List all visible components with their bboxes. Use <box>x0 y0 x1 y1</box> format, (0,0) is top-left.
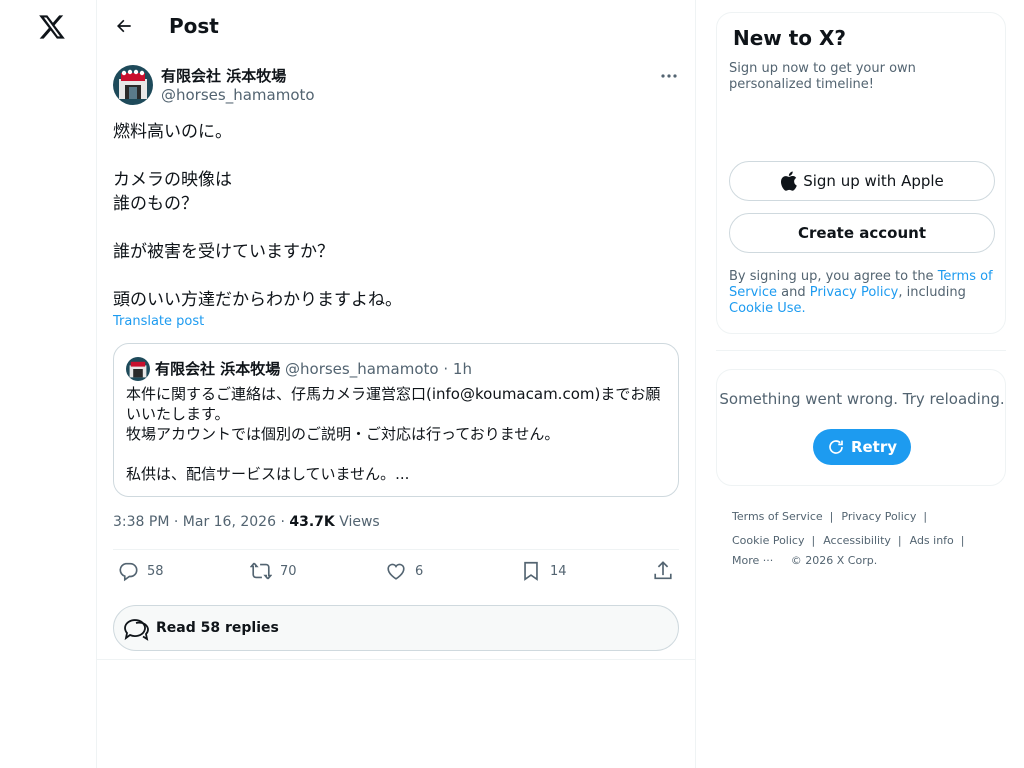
reply-button[interactable]: 58 <box>117 560 164 582</box>
quote-timestamp: 1h <box>452 360 472 378</box>
signup-title: New to X? <box>733 26 847 50</box>
quote-avatar <box>126 357 150 381</box>
quote-header: 有限会社 浜本牧場 @horses_hamamoto · 1h <box>155 358 472 379</box>
reply-count: 58 <box>147 563 164 579</box>
footer-ads-info-link[interactable]: Ads info <box>910 534 954 547</box>
retry-button[interactable]: Retry <box>813 429 911 465</box>
quote-author-handle: @horses_hamamoto <box>285 360 439 378</box>
avatar[interactable] <box>113 65 153 105</box>
quote-separator: · <box>443 360 449 378</box>
footer-copyright: © 2026 X Corp. <box>790 554 878 567</box>
header: Post <box>97 0 695 53</box>
quoted-post[interactable]: 有限会社 浜本牧場 @horses_hamamoto · 1h 本件に関するご連… <box>113 343 679 497</box>
views-label: Views <box>339 514 380 530</box>
action-bar: 58 70 6 14 <box>113 560 679 588</box>
page-title: Post <box>169 14 219 38</box>
signup-apple-label: Sign up with Apple <box>803 172 944 190</box>
read-replies-label: Read 58 replies <box>156 620 279 636</box>
repost-button[interactable]: 70 <box>250 560 297 582</box>
post-text: 燃料高いのに。 カメラの映像は 誰のもの？ 誰が被害を受けていますか？ 頭のいい… <box>113 122 402 310</box>
ellipsis-icon <box>661 74 677 78</box>
author-handle[interactable]: @horses_hamamoto <box>161 86 315 104</box>
more-options-button[interactable] <box>659 66 679 86</box>
footer-separator: | <box>897 534 902 547</box>
meta-separator: · <box>173 514 183 530</box>
bookmark-count: 14 <box>550 563 567 579</box>
left-rail <box>0 0 97 768</box>
translate-post-link[interactable]: Translate post <box>113 314 204 329</box>
arrow-left-icon <box>117 19 131 33</box>
refresh-icon <box>829 440 843 454</box>
terms-prefix: By signing up, you agree to the <box>729 269 938 284</box>
quote-author-name: 有限会社 浜本牧場 <box>155 360 281 378</box>
back-button[interactable] <box>111 13 137 39</box>
post-meta: 3:38 PM · Mar 16, 2026 · 43.7K Views <box>113 514 380 530</box>
repost-count: 70 <box>280 563 297 579</box>
read-replies-button[interactable]: Read 58 replies <box>113 605 679 651</box>
bookmark-icon <box>524 561 538 581</box>
divider <box>97 659 695 660</box>
footer-cookie-link[interactable]: Cookie Policy <box>732 534 804 547</box>
bookmark-button[interactable]: 14 <box>520 560 567 582</box>
signup-apple-button[interactable]: Sign up with Apple <box>729 161 995 201</box>
share-icon <box>654 561 672 580</box>
footer-accessibility-link[interactable]: Accessibility <box>823 534 891 547</box>
quote-text: 本件に関するご連絡は、仔馬カメラ運営窓口(info@koumacam.com)ま… <box>126 385 661 483</box>
apple-icon <box>781 171 798 191</box>
footer: Terms of Service | Privacy Policy | Cookie … <box>732 505 1002 573</box>
x-logo-icon[interactable] <box>38 14 66 40</box>
terms-including: , including <box>898 285 966 300</box>
footer-more-link[interactable]: More ··· <box>732 554 773 567</box>
error-message: Something went wrong. Try reloading. <box>719 390 1005 408</box>
terms-and: and <box>777 285 810 300</box>
cookie-link[interactable]: Cookie Use. <box>729 301 806 316</box>
retry-label: Retry <box>850 438 898 456</box>
author-name[interactable]: 有限会社 浜本牧場 <box>161 65 286 86</box>
footer-privacy-link[interactable]: Privacy Policy <box>841 510 916 523</box>
repost-icon <box>250 562 272 580</box>
terms-notice: By signing up, you agree to the Terms of… <box>729 269 999 317</box>
chat-bubbles-icon <box>124 619 149 641</box>
error-card: Something went wrong. Try reloading. Ret… <box>716 369 1006 486</box>
post-time[interactable]: 3:38 PM <box>113 514 169 530</box>
divider <box>113 549 679 550</box>
main-column: Post 有限会社 浜本牧場 @horses_hamamoto 燃料高いのに。 … <box>97 0 696 768</box>
footer-separator: | <box>960 534 965 547</box>
divider <box>716 350 1006 351</box>
footer-separator: | <box>923 510 928 523</box>
like-count: 6 <box>415 563 424 579</box>
footer-separator: | <box>829 510 834 523</box>
signup-subtitle: Sign up now to get your own personalized… <box>729 61 916 92</box>
post-date[interactable]: Mar 16, 2026 <box>183 514 276 530</box>
privacy-link[interactable]: Privacy Policy <box>810 285 899 300</box>
signup-card: New to X? Sign up now to get your own pe… <box>716 12 1006 334</box>
create-account-button[interactable]: Create account <box>729 213 995 253</box>
views-count: 43.7K <box>289 514 335 530</box>
heart-icon <box>387 563 405 580</box>
footer-separator: | <box>811 534 816 547</box>
footer-terms-link[interactable]: Terms of Service <box>732 510 823 523</box>
share-button[interactable] <box>652 560 674 582</box>
like-button[interactable]: 6 <box>385 560 423 582</box>
reply-icon <box>119 562 138 582</box>
